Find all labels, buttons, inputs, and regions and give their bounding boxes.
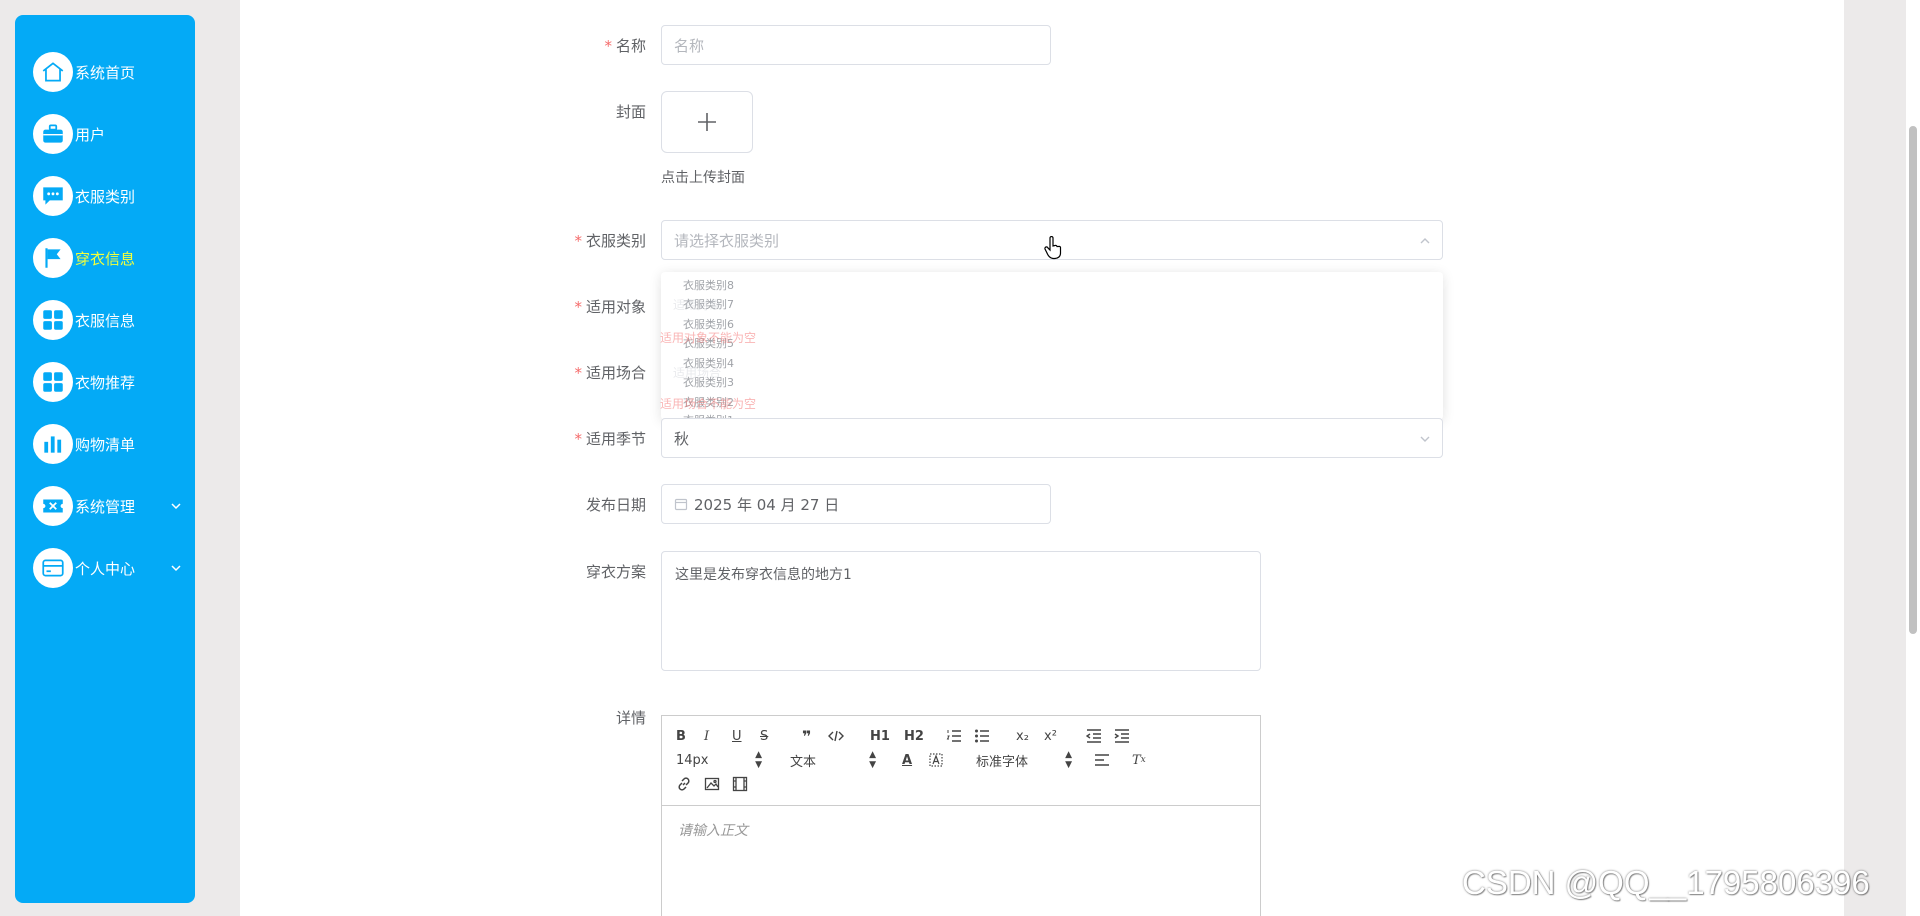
- superscript-icon[interactable]: x²: [1044, 726, 1057, 746]
- ticket-icon: [33, 486, 73, 526]
- name-input[interactable]: 名称: [661, 25, 1051, 65]
- bold-icon[interactable]: B: [676, 726, 686, 746]
- nav-clothing-info[interactable]: 衣服信息: [15, 289, 195, 351]
- dropdown-option[interactable]: 衣服类别8: [683, 277, 734, 293]
- header-2-icon[interactable]: H2: [904, 726, 924, 746]
- font-family-value: 标准字体: [976, 754, 1029, 770]
- bar-chart-icon: [33, 424, 73, 464]
- watermark: CSDN @QQ__1795806396: [1462, 864, 1870, 901]
- link-icon[interactable]: [676, 774, 692, 794]
- grid-icon: [33, 362, 73, 402]
- plus-icon: [698, 113, 716, 131]
- font-size-value: 14px: [676, 752, 709, 768]
- cover-upload-hint: 点击上传封面: [661, 170, 745, 186]
- outdent-icon[interactable]: [1086, 726, 1102, 746]
- publish-date-value: 2025 年 04 月 27 日: [694, 495, 840, 514]
- nav-label: 购物清单: [75, 435, 136, 454]
- select-arrows-icon: ▲ ▼: [1065, 750, 1072, 770]
- nav-recommendation[interactable]: 衣物推荐: [15, 351, 195, 413]
- align-icon[interactable]: [1094, 750, 1110, 770]
- plan-label: 穿衣方案: [585, 563, 646, 581]
- category-dropdown: 衣服类别8 衣服类别7 衣服类别6 衣服类别5 衣服类别4 衣服类别3 衣服类别…: [661, 272, 1443, 420]
- target-placeholder: 适用对象: [673, 298, 722, 312]
- header-select-value: 文本: [790, 754, 817, 770]
- target-error: 适用对象不能为空: [660, 331, 757, 345]
- bullet-list-icon[interactable]: [974, 726, 990, 746]
- chevron-down-icon[interactable]: [169, 561, 183, 575]
- cover-upload-button[interactable]: [661, 91, 753, 153]
- nav-home[interactable]: 系统首页: [15, 41, 195, 103]
- font-color-icon[interactable]: A: [902, 750, 912, 770]
- indent-icon[interactable]: [1114, 726, 1130, 746]
- font-family-select[interactable]: 标准字体 ▲ ▼: [976, 750, 1072, 770]
- ordered-list-icon[interactable]: [946, 726, 962, 746]
- briefcase-icon: [33, 114, 73, 154]
- publish-date-label: 发布日期: [585, 496, 646, 514]
- sidebar: 系统首页 用户 衣服类别 穿衣信息 衣服信息 衣物推荐 购物清单 系统管理 个人…: [15, 15, 195, 903]
- video-icon[interactable]: [732, 774, 748, 794]
- scrollbar-thumb[interactable]: [1909, 126, 1917, 634]
- strikethrough-icon[interactable]: S: [760, 726, 768, 746]
- season-label: * 适用季节: [574, 430, 646, 448]
- occasion-label: * 适用场合: [574, 364, 646, 382]
- nav-shopping-list[interactable]: 购物清单: [15, 413, 195, 475]
- occasion-error: 适用场合不能为空: [660, 397, 757, 411]
- category-label: * 衣服类别: [574, 232, 646, 250]
- header-1-icon[interactable]: H1: [870, 726, 890, 746]
- nav-dress-info[interactable]: 穿衣信息: [15, 227, 195, 289]
- nav-label: 系统首页: [75, 63, 136, 82]
- flag-icon: [33, 238, 73, 278]
- background-color-icon[interactable]: [928, 750, 944, 770]
- calendar-icon: [674, 498, 688, 511]
- target-label: * 适用对象: [574, 298, 646, 316]
- select-arrows-icon: ▲ ▼: [755, 750, 762, 770]
- nav-personal-center[interactable]: 个人中心: [15, 537, 195, 599]
- editor-placeholder: 请输入正文: [678, 823, 748, 839]
- publish-date-picker[interactable]: 2025 年 04 月 27 日: [661, 484, 1051, 524]
- nav-label: 衣物推荐: [75, 373, 136, 392]
- nav-label: 用户: [75, 125, 106, 144]
- chat-icon: [33, 176, 73, 216]
- subscript-icon[interactable]: x₂: [1016, 726, 1029, 746]
- italic-icon[interactable]: I: [704, 726, 709, 746]
- select-arrows-icon: ▲ ▼: [869, 750, 876, 770]
- header-select[interactable]: 文本 ▲ ▼: [790, 750, 876, 770]
- code-block-icon[interactable]: [828, 726, 844, 746]
- details-label: 详情: [615, 709, 646, 727]
- name-label: * 名称: [604, 37, 646, 55]
- season-select[interactable]: 秋: [661, 418, 1443, 458]
- name-placeholder: 名称: [674, 36, 705, 55]
- main-content: * 名称 名称 封面 点击上传封面 * 衣服类别 请选择衣服类别 * 适用对象 * 适用…: [240, 0, 1844, 916]
- chevron-down-icon: [1420, 436, 1430, 442]
- blockquote-icon[interactable]: ❞: [802, 726, 811, 746]
- season-value: 秋: [674, 429, 690, 448]
- font-size-select[interactable]: 14px ▲ ▼: [676, 750, 762, 770]
- nav-label: 个人中心: [75, 559, 136, 578]
- cover-label: 封面: [615, 103, 646, 121]
- occasion-placeholder: 适用场合: [673, 366, 722, 380]
- image-icon[interactable]: [704, 774, 720, 794]
- card-icon: [33, 548, 73, 588]
- nav-system-management[interactable]: 系统管理: [15, 475, 195, 537]
- rich-text-editor: B I U S ❞ H1 H2 x₂ x² 14px ▲ ▼ 文本 ▲ ▼ A …: [661, 715, 1261, 916]
- nav-label: 系统管理: [75, 497, 136, 516]
- plan-textarea[interactable]: 这里是发布穿衣信息的地方1: [661, 551, 1261, 671]
- editor-toolbar: B I U S ❞ H1 H2 x₂ x² 14px ▲ ▼ 文本 ▲ ▼ A …: [662, 716, 1260, 806]
- nav-label: 衣服信息: [75, 311, 136, 330]
- grid-icon: [33, 300, 73, 340]
- category-placeholder: 请选择衣服类别: [674, 231, 780, 250]
- hand-cursor-icon: [1044, 236, 1062, 260]
- plan-value: 这里是发布穿衣信息的地方1: [675, 567, 852, 583]
- home-icon: [33, 52, 73, 92]
- nav-clothing-category[interactable]: 衣服类别: [15, 165, 195, 227]
- chevron-down-icon[interactable]: [169, 499, 183, 513]
- nav-user[interactable]: 用户: [15, 103, 195, 165]
- clear-format-icon[interactable]: Tx: [1132, 750, 1146, 770]
- nav-label: 衣服类别: [75, 187, 136, 206]
- nav-label: 穿衣信息: [75, 249, 136, 268]
- underline-icon[interactable]: U: [732, 726, 742, 746]
- chevron-up-icon: [1420, 238, 1430, 244]
